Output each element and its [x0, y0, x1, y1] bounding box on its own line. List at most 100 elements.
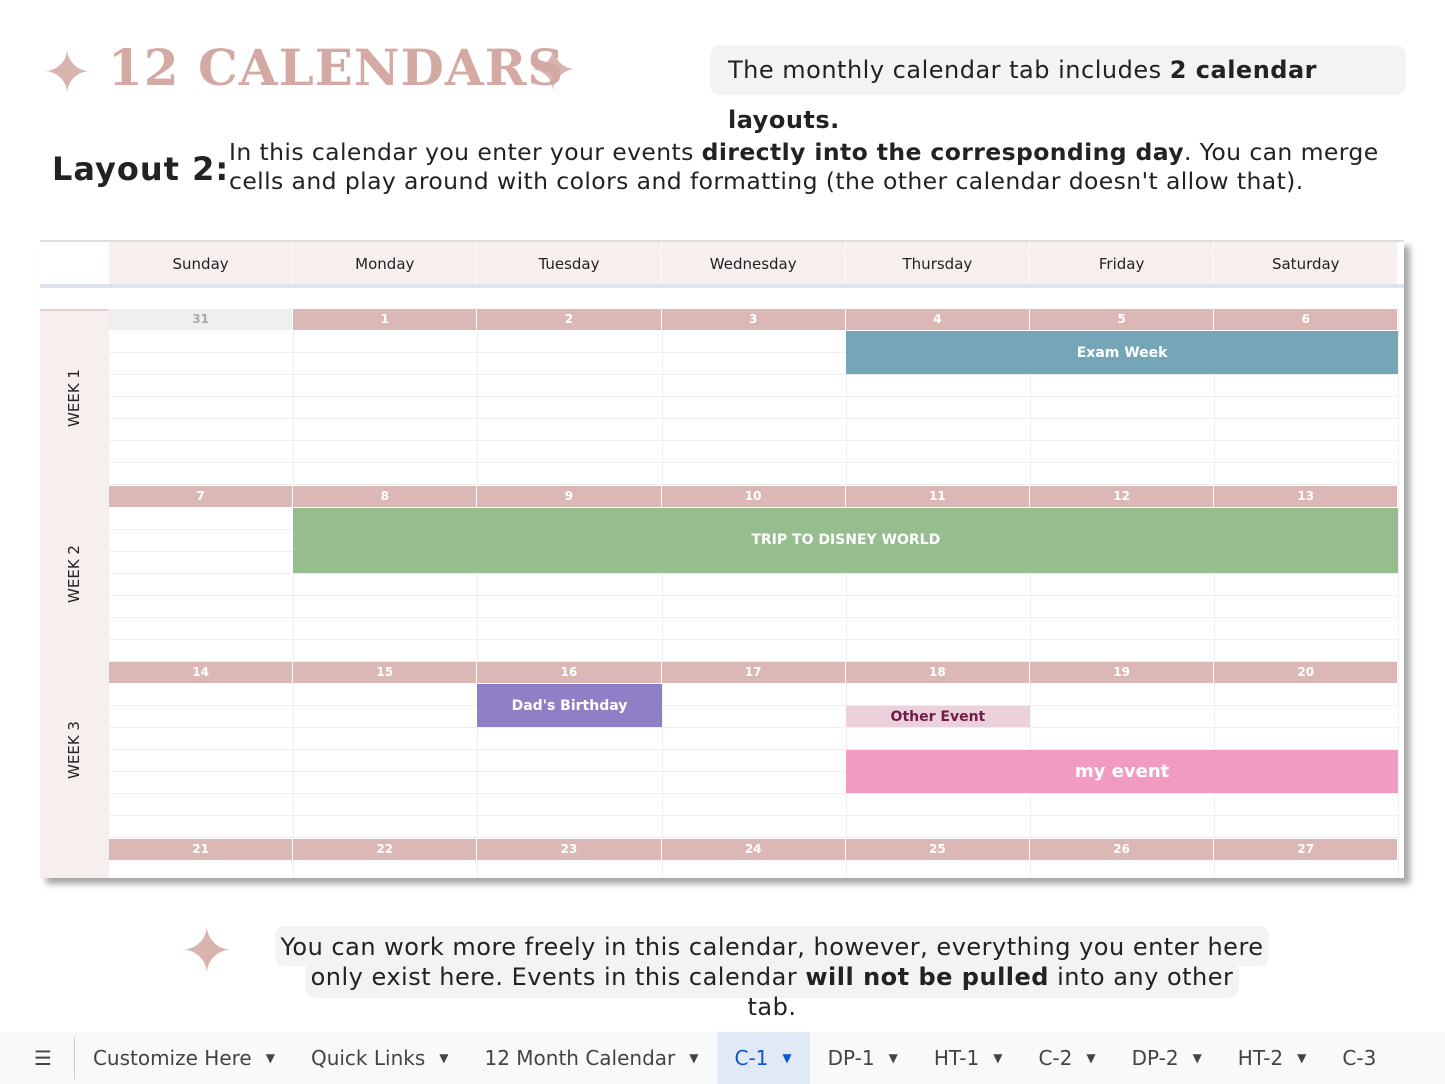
date-cell[interactable]: 26 [1030, 838, 1215, 860]
sheet-tabs-bar: ☰ Customize Here ▼ Quick Links ▼ 12 Month Ca… [0, 1032, 1445, 1084]
day-header: Monday [293, 242, 478, 285]
date-cell[interactable]: 24 [661, 838, 846, 860]
grid-line [109, 418, 1399, 419]
day-header: Wednesday [661, 242, 846, 285]
chevron-down-icon[interactable]: ▼ [266, 1051, 275, 1065]
event-block[interactable]: Exam Week [845, 331, 1399, 374]
date-cell[interactable]: 4 [845, 309, 1030, 330]
event-block[interactable]: Dad's Birthday [477, 684, 662, 727]
sheet-tab-label: Customize Here [92, 1046, 252, 1070]
date-cell[interactable]: 17 [661, 662, 846, 683]
date-cell[interactable]: 14 [109, 662, 294, 683]
sheet-tab[interactable]: C-2 ▼ [1020, 1032, 1113, 1084]
grid-line [109, 396, 1399, 397]
date-cell[interactable]: 22 [293, 838, 478, 860]
grid-line [1398, 309, 1400, 486]
date-cell[interactable]: 18 [845, 662, 1030, 683]
sheet-tab[interactable]: Customize Here ▼ [75, 1032, 293, 1084]
sheet-tab[interactable]: HT-1 ▼ [916, 1032, 1021, 1084]
date-cell[interactable]: 9 [477, 485, 662, 507]
page-title: 12 CALENDARS [108, 38, 565, 97]
event-block[interactable]: Other Event [845, 706, 1030, 727]
date-cell[interactable]: 27 [1214, 838, 1399, 860]
chevron-down-icon[interactable]: ▼ [1086, 1051, 1095, 1065]
chevron-down-icon[interactable]: ▼ [889, 1051, 898, 1065]
grid-line [109, 572, 1399, 574]
date-cell[interactable]: 13 [1214, 485, 1399, 507]
grid-line [109, 462, 1399, 463]
sheet-tab[interactable]: Quick Links ▼ [293, 1032, 467, 1084]
all-sheets-menu-button[interactable]: ☰ [0, 1037, 75, 1079]
grid-line [109, 594, 1399, 596]
grid-line [661, 309, 663, 486]
chevron-down-icon[interactable]: ▼ [689, 1051, 698, 1065]
week-label [40, 838, 109, 878]
date-cell[interactable]: 20 [1214, 662, 1399, 683]
day-header: Thursday [845, 242, 1030, 285]
sheet-tab-label: Quick Links [310, 1046, 426, 1070]
grid-line [109, 705, 1399, 706]
sheet-tab-label: C-2 [1038, 1046, 1073, 1070]
footer-note: You can work more freely in this calenda… [275, 926, 1269, 1003]
chevron-down-icon[interactable]: ▼ [782, 1051, 791, 1065]
date-cell[interactable]: 6 [1214, 309, 1399, 330]
grid-line [661, 662, 663, 839]
chevron-down-icon[interactable]: ▼ [439, 1051, 448, 1065]
day-header: Tuesday [477, 242, 662, 285]
day-header: Saturday [1214, 242, 1399, 285]
date-cell[interactable]: 15 [293, 662, 478, 683]
sheet-tab-label: DP-2 [1131, 1046, 1179, 1070]
footer-note-line2: only exist here. Events in this calendar… [305, 962, 1239, 1021]
sheet-tab[interactable]: DP-2 ▼ [1114, 1032, 1220, 1084]
date-cell[interactable]: 12 [1030, 485, 1215, 507]
grid-line [477, 309, 479, 486]
chevron-down-icon[interactable]: ▼ [1297, 1051, 1306, 1065]
grid-line [109, 440, 1399, 441]
day-header: Friday [1030, 242, 1215, 285]
chevron-down-icon[interactable]: ▼ [993, 1051, 1002, 1065]
event-block[interactable]: TRIP TO DISNEY WORLD [293, 507, 1399, 573]
date-cell[interactable]: 19 [1030, 662, 1215, 683]
sparkle-icon: ✦ [42, 38, 93, 108]
event-block[interactable]: my event [845, 750, 1399, 793]
chevron-down-icon[interactable]: ▼ [1193, 1051, 1202, 1065]
grid-line [109, 374, 1399, 375]
date-cell[interactable]: 31 [109, 309, 294, 330]
date-cell[interactable]: 7 [109, 485, 294, 507]
header-divider [40, 284, 1404, 288]
grid-line [109, 815, 1399, 816]
sheet-tab[interactable]: DP-1 ▼ [810, 1032, 916, 1084]
date-cell[interactable]: 23 [477, 838, 662, 860]
date-cell[interactable]: 5 [1030, 309, 1215, 330]
sheet-tab[interactable]: HT-2 ▼ [1220, 1032, 1325, 1084]
date-cell[interactable]: 3 [661, 309, 846, 330]
grid-line [1398, 838, 1400, 878]
week-label: WEEK 1 [40, 309, 109, 486]
grid-line [109, 793, 1399, 794]
sheet-tab[interactable]: C-1 ▼ [716, 1032, 810, 1084]
date-cell[interactable]: 21 [109, 838, 294, 860]
week-label-text: WEEK 2 [65, 544, 83, 603]
grid-line [109, 727, 1399, 728]
grid-line [293, 309, 295, 486]
sheet-tab[interactable]: C-3 [1324, 1032, 1394, 1084]
date-cell[interactable]: 25 [845, 838, 1030, 860]
sparkle-icon: ✦ [180, 915, 234, 989]
sheet-tab[interactable]: 12 Month Calendar ▼ [466, 1032, 716, 1084]
layout-description: In this calendar you enter your events d… [229, 138, 1379, 195]
date-cell[interactable]: 2 [477, 309, 662, 330]
week-label: WEEK 3 [40, 662, 109, 839]
date-cell[interactable]: 10 [661, 485, 846, 507]
sheet-tab-label: HT-2 [1237, 1046, 1284, 1070]
date-cell[interactable]: 1 [293, 309, 478, 330]
date-cell[interactable]: 16 [477, 662, 662, 683]
sheet-tab-label: 12 Month Calendar [484, 1046, 676, 1070]
grid-line [109, 638, 1399, 640]
grid-line [293, 662, 295, 839]
day-header: Sunday [109, 242, 294, 285]
grid-line [1398, 485, 1400, 662]
sheet-tab-label: C-3 [1342, 1046, 1377, 1070]
date-cell[interactable]: 8 [293, 485, 478, 507]
grid-line [109, 616, 1399, 618]
date-cell[interactable]: 11 [845, 485, 1030, 507]
